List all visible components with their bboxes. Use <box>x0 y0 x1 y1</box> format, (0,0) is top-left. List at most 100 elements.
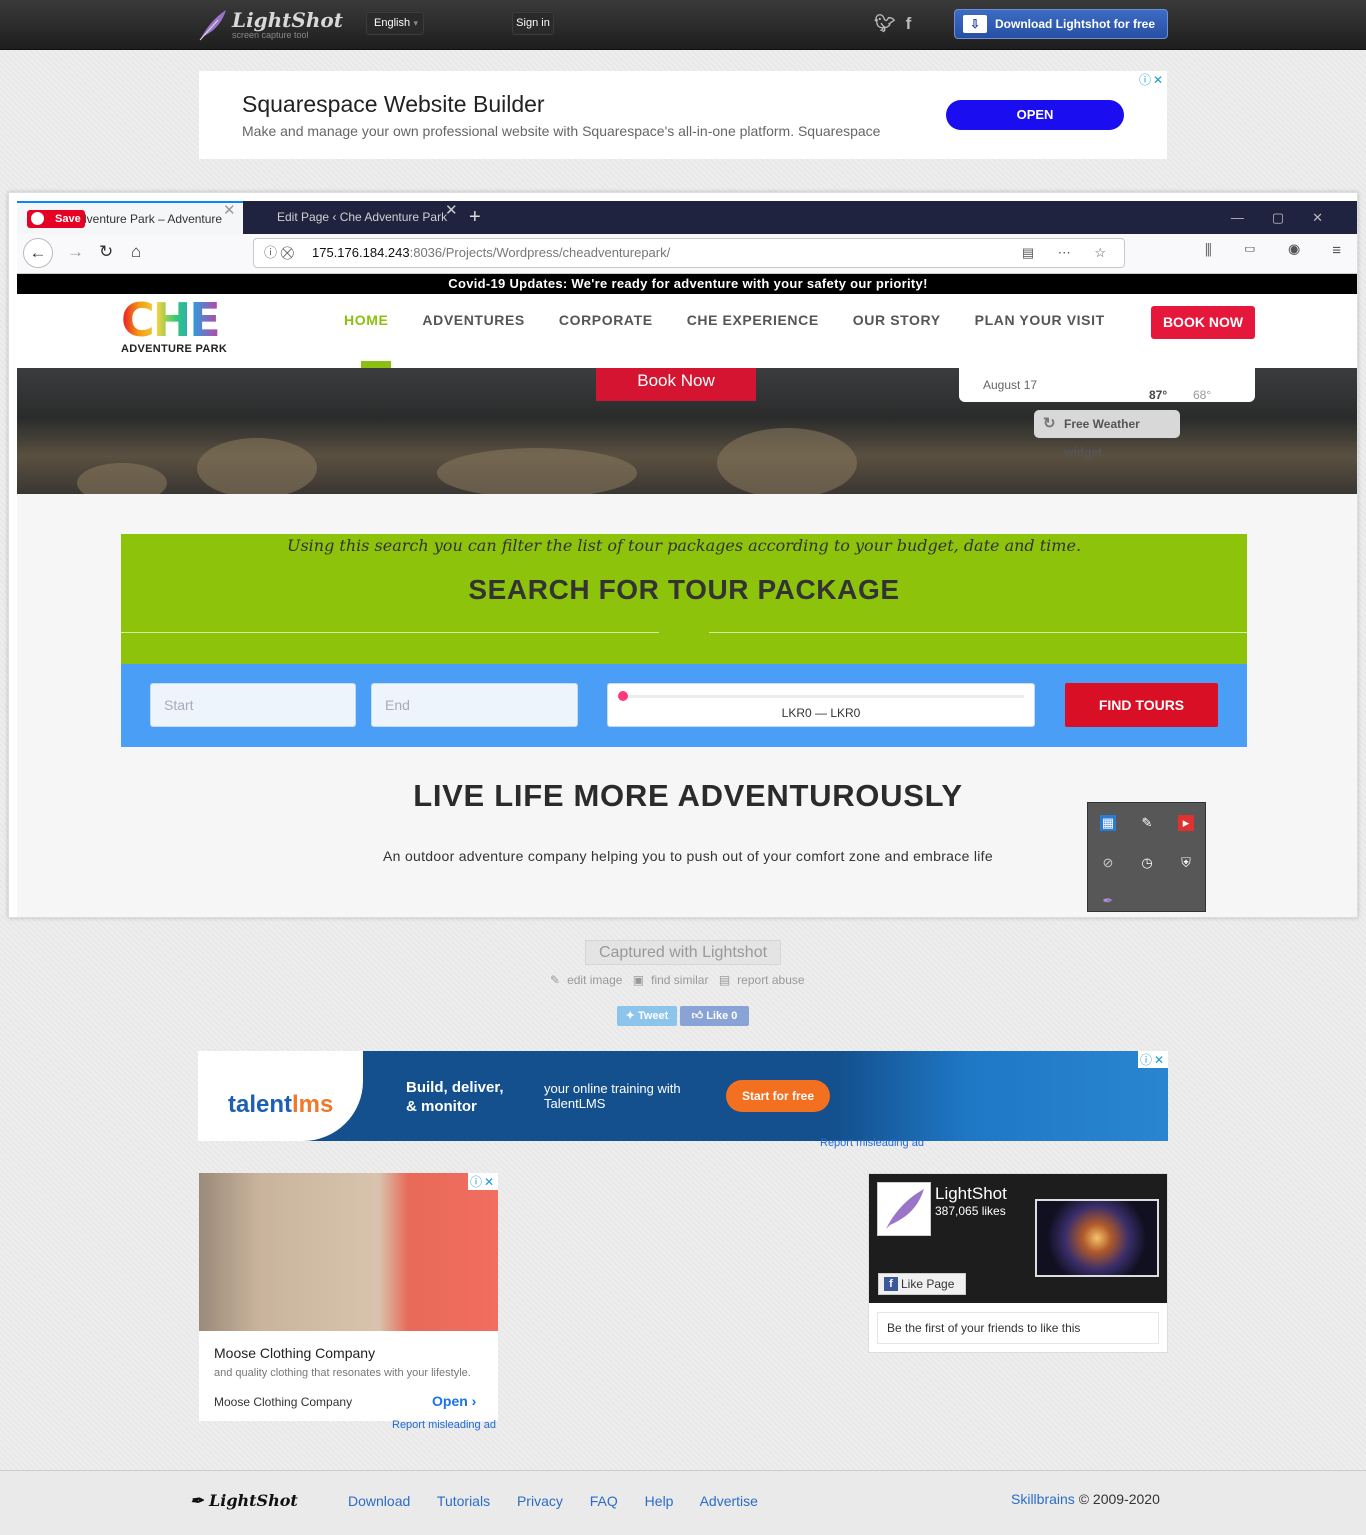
image-actions: ✎ edit image ▣ find similar ▤ report abuse <box>550 973 812 987</box>
ad-open-button[interactable]: OPEN <box>946 100 1124 130</box>
pinterest-save-button[interactable]: Save <box>27 210 85 228</box>
edit-image-link[interactable]: edit image <box>567 973 622 987</box>
menu-item-corporate[interactable]: CORPORATE <box>559 312 653 328</box>
tray-app-icon[interactable]: ▸ <box>1178 815 1194 831</box>
browser-tab-strip: Adventure Park – Adventure ✕ Save Edit P… <box>17 201 1357 234</box>
end-date-input[interactable]: End <box>371 683 578 727</box>
report-abuse-link[interactable]: report abuse <box>737 973 804 987</box>
tweet-button[interactable]: ✦ Tweet <box>617 1006 677 1026</box>
weather-widget-link[interactable]: Free Weather widget <box>1034 410 1180 459</box>
price-range-slider[interactable]: LKR0 — LKR0 <box>607 683 1035 727</box>
slider-track <box>622 695 1024 698</box>
ad-description: Make and manage your own professional we… <box>242 123 881 139</box>
ad-open-button[interactable]: Open › <box>432 1393 476 1409</box>
address-bar[interactable]: ⓘ ⛒ 175.176.184.243:8036/Projects/Wordpr… <box>253 238 1125 268</box>
tray-app-icon[interactable]: ◷ <box>1139 855 1155 871</box>
start-date-input[interactable]: Start <box>150 683 356 727</box>
footer-link-help[interactable]: Help <box>645 1493 674 1509</box>
footer-link-faq[interactable]: FAQ <box>590 1493 618 1509</box>
back-icon[interactable]: ← <box>23 238 53 268</box>
window-controls[interactable]: —▢✕ <box>1231 201 1351 234</box>
weather-low: 68° <box>1193 388 1212 402</box>
site-header: CHE ADVENTURE PARK HOME ADVENTURES CORPO… <box>17 294 1357 368</box>
ad-squarespace[interactable]: Squarespace Website Builder Make and man… <box>199 71 1167 159</box>
like-button[interactable]: 👍︎ Like 0 <box>680 1006 749 1026</box>
find-similar-link[interactable]: find similar <box>651 973 708 987</box>
ad-headline: Build, deliver, & monitor <box>406 1079 504 1115</box>
language-select[interactable]: English ▾ <box>366 12 424 35</box>
fb-like-page-button[interactable]: Like Page <box>878 1273 966 1295</box>
system-tray-popup: ▦ ✎ ▸ ⊘ ◷ ⛨ ✒ <box>1087 802 1206 912</box>
flag-icon: ▤ <box>718 973 731 987</box>
menu-item-adventures[interactable]: ADVENTURES <box>422 312 524 328</box>
skillbrains-link[interactable]: Skillbrains <box>1011 1491 1075 1507</box>
browser-toolbar: ← → ↻ ⌂ ⓘ ⛒ 175.176.184.243:8036/Project… <box>17 234 1357 274</box>
captured-screenshot: Adventure Park – Adventure ✕ Save Edit P… <box>8 192 1358 918</box>
fb-cover-preview <box>1035 1199 1159 1277</box>
menu-item-our-story[interactable]: OUR STORY <box>853 312 941 328</box>
open-label: Open <box>432 1393 468 1409</box>
footer-link-advertise[interactable]: Advertise <box>700 1493 758 1509</box>
active-indicator <box>361 361 391 368</box>
ad-close-icon[interactable]: ⓘ✕ <box>1136 71 1167 88</box>
ad-moose-clothing[interactable]: ⓘ✕ Moose Clothing Company and quality cl… <box>199 1173 498 1421</box>
tray-app-icon[interactable]: ▦ <box>1100 815 1116 831</box>
twitter-icon[interactable]: 🐦︎ <box>874 14 896 34</box>
download-button[interactable]: ⇩ Download Lightshot for free <box>954 9 1168 39</box>
thumbs-up-icon: 👍︎ <box>691 1010 707 1022</box>
slider-handle[interactable] <box>618 691 628 701</box>
fb-like-count: 387,065 likes <box>935 1204 1006 1218</box>
close-icon[interactable]: ✕ <box>223 201 236 219</box>
browser-tab[interactable]: Edit Page ‹ Che Adventure Park <box>245 201 461 234</box>
new-tab-icon[interactable]: + <box>469 201 481 234</box>
fb-friends-text: Be the first of your friends to like thi… <box>877 1312 1159 1344</box>
fb-page-avatar[interactable] <box>877 1182 931 1236</box>
reload-icon[interactable]: ↻ <box>99 242 113 262</box>
footer-link-download[interactable]: Download <box>348 1493 410 1509</box>
menu-item-home[interactable]: HOME <box>344 312 388 328</box>
fb-page-name[interactable]: LightShot <box>935 1184 1007 1204</box>
tray-app-icon[interactable]: ✎ <box>1139 815 1155 831</box>
feather-icon <box>886 1189 924 1229</box>
ad-close-icon[interactable]: ⓘ✕ <box>1137 1051 1168 1068</box>
social-links: 🐦︎ f <box>874 14 911 34</box>
find-tours-button[interactable]: FIND TOURS <box>1065 683 1218 727</box>
che-logo[interactable]: CHE ADVENTURE PARK <box>121 297 231 355</box>
ad-illustration <box>838 1051 1168 1141</box>
feather-icon <box>199 10 226 41</box>
close-icon[interactable]: ✕ <box>445 201 458 219</box>
tray-app-icon[interactable]: ⊘ <box>1100 855 1116 871</box>
ad-talentlms[interactable]: talentlms Build, deliver, & monitor your… <box>198 1051 1168 1141</box>
search-form: Start End LKR0 — LKR0 FIND TOURS <box>121 664 1247 747</box>
tray-app-icon[interactable]: ⛨ <box>1178 855 1194 871</box>
report-ad-link[interactable]: Report misleading ad <box>392 1419 496 1431</box>
chevron-right-icon: › <box>471 1393 477 1409</box>
weather-high: 87° <box>1149 388 1168 402</box>
report-ad-link[interactable]: Report misleading ad <box>820 1137 924 1149</box>
footer-logo[interactable]: ✒ LightShot <box>190 1491 298 1510</box>
copyright-text: © 2009-2020 <box>1078 1491 1160 1507</box>
address-actions[interactable]: ▤ ⋯ ☆ <box>1022 239 1116 267</box>
fb-cover: LightShot 387,065 likes Like Page <box>869 1174 1167 1303</box>
footer-link-privacy[interactable]: Privacy <box>517 1493 563 1509</box>
lightshot-logo[interactable]: LightShot screen capture tool <box>196 4 343 46</box>
menu-item-plan-your-visit[interactable]: PLAN YOUR VISIT <box>975 312 1105 328</box>
facebook-icon[interactable]: f <box>906 14 912 34</box>
menu-item-che-experience[interactable]: CHE EXPERIENCE <box>687 312 819 328</box>
ad-cta-button[interactable]: Start for free <box>726 1080 830 1112</box>
facebook-page-widget: LightShot 387,065 likes Like Page Be the… <box>868 1173 1168 1353</box>
book-now-button[interactable]: BOOK NOW <box>1151 306 1255 339</box>
signin-button[interactable]: Sign in <box>512 12 554 35</box>
toolbar-icons[interactable]: ⫼ ▭ ◉ ≡ <box>1205 242 1355 259</box>
logo-part: talent <box>228 1091 293 1118</box>
ad-image <box>199 1173 498 1331</box>
logo-part: lms <box>292 1091 334 1118</box>
ad-close-icon[interactable]: ⓘ✕ <box>467 1173 498 1190</box>
che-logo-mark: CHE <box>121 297 231 343</box>
hero-book-now-button[interactable]: Book Now <box>596 368 756 401</box>
home-icon[interactable]: ⌂ <box>131 242 141 262</box>
forward-icon[interactable]: → <box>67 242 84 262</box>
lightshot-tray-icon[interactable]: ✒ <box>1100 893 1116 909</box>
footer-link-tutorials[interactable]: Tutorials <box>437 1493 490 1509</box>
url-host: 175.176.184.243 <box>312 245 410 260</box>
